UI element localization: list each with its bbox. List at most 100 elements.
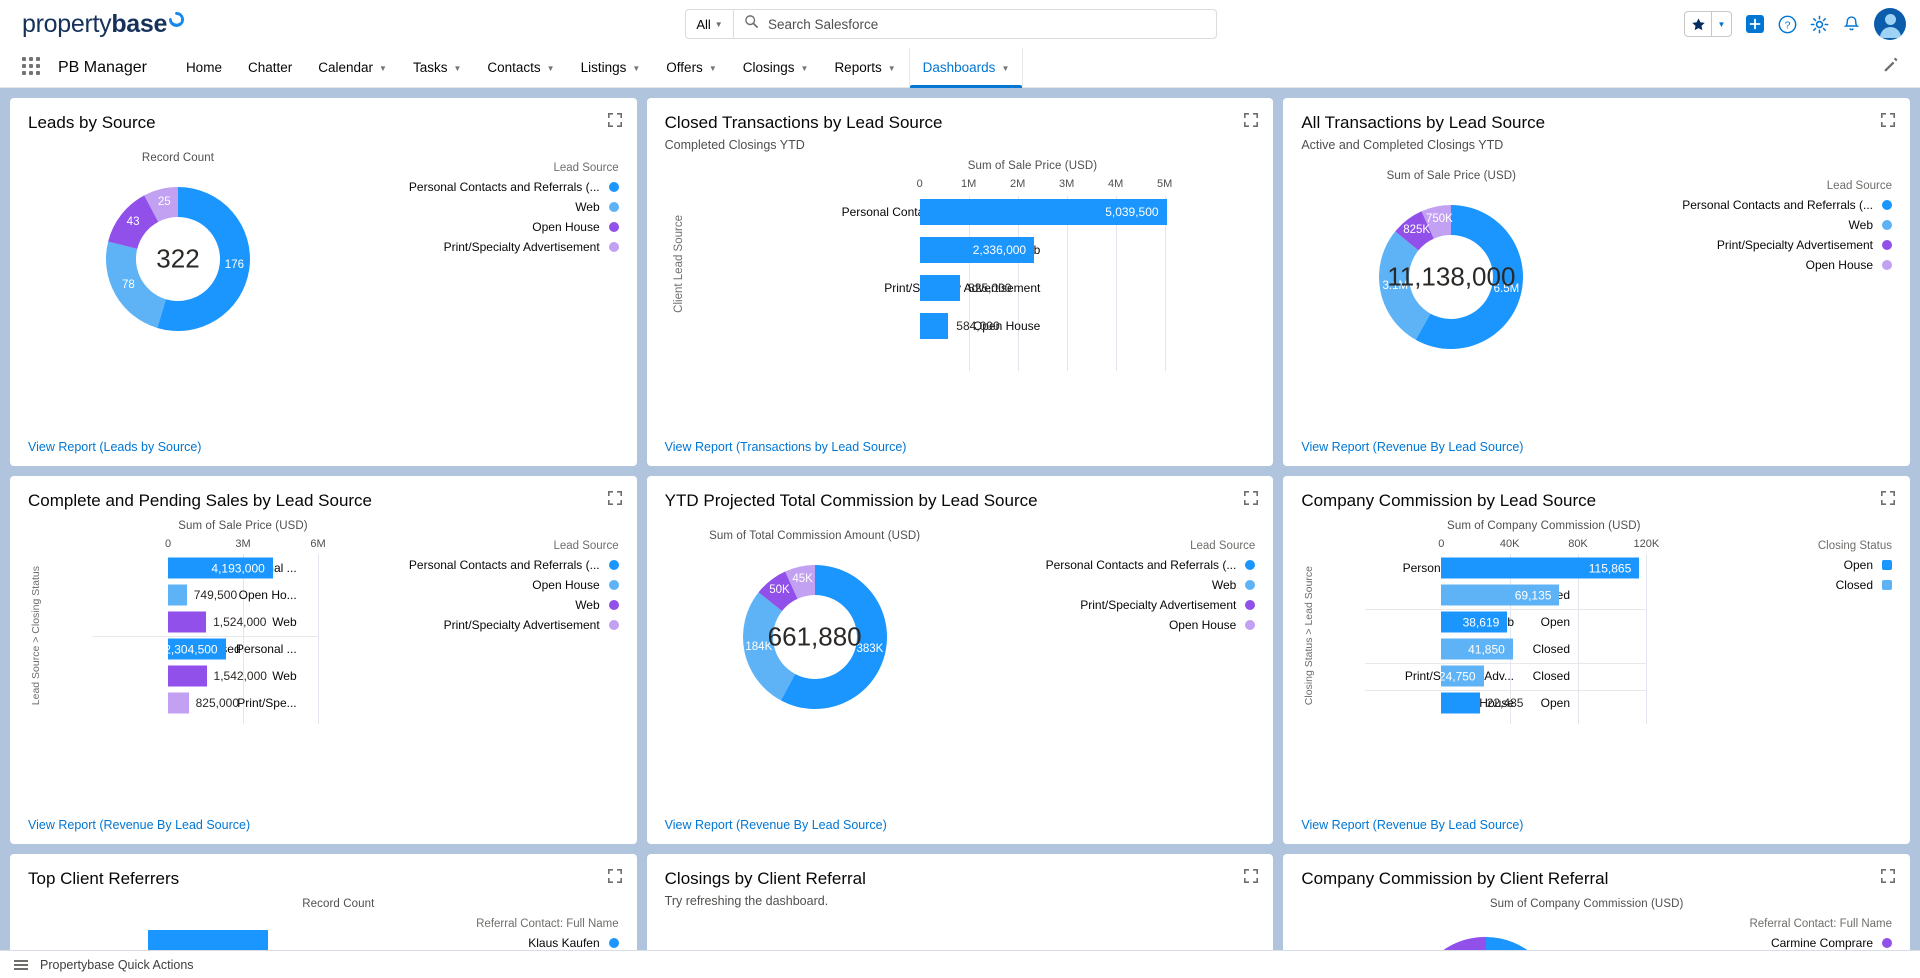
chevron-down-icon: ▼ <box>632 64 640 73</box>
nav-item-label: Reports <box>834 60 881 75</box>
legend-item[interactable]: Web <box>419 200 619 214</box>
bar-category-label: Personal ... <box>235 642 297 656</box>
legend-item[interactable]: Closed <box>1812 578 1892 592</box>
nav-item-home[interactable]: Home <box>173 48 235 88</box>
bar[interactable] <box>920 275 960 301</box>
view-report-link[interactable]: View Report (Revenue By Lead Source) <box>1301 440 1523 454</box>
expand-icon[interactable] <box>1243 868 1259 884</box>
legend-item[interactable]: Personal Contacts and Referrals (... <box>419 180 619 194</box>
global-search[interactable]: All ▼ <box>685 9 1217 39</box>
legend-item[interactable]: Carmine Comprare <box>1692 936 1892 950</box>
expand-icon[interactable] <box>607 490 623 506</box>
legend-item[interactable]: Web <box>1692 218 1892 232</box>
legend-item-label: Carmine Comprare <box>1771 936 1873 950</box>
nav-item-tasks[interactable]: Tasks▼ <box>400 48 474 88</box>
legend-item[interactable]: Personal Contacts and Referrals (... <box>1055 558 1255 572</box>
bar-category-label: Closed <box>1508 669 1570 683</box>
nav-item-chatter[interactable]: Chatter <box>235 48 305 88</box>
legend-color-swatch <box>609 620 619 630</box>
legend-item[interactable]: Open House <box>1692 258 1892 272</box>
search-scope-selector[interactable]: All ▼ <box>685 9 733 39</box>
donut-chart[interactable]: 176784325322 <box>93 174 263 344</box>
legend-color-swatch <box>609 560 619 570</box>
legend-item[interactable]: Print/Specialty Advertisement <box>1055 598 1255 612</box>
donut-chart[interactable] <box>1401 924 1571 950</box>
propertybase-logo[interactable]: propertybase <box>0 10 184 39</box>
nav-item-contacts[interactable]: Contacts▼ <box>474 48 567 88</box>
expand-icon[interactable] <box>1243 112 1259 128</box>
view-report-link[interactable]: View Report (Leads by Source) <box>28 440 201 454</box>
bar[interactable] <box>168 666 207 687</box>
view-report-link[interactable]: View Report (Revenue By Lead Source) <box>1301 818 1523 832</box>
favorites-caret-icon[interactable]: ▼ <box>1711 12 1731 36</box>
search-input[interactable] <box>768 17 1193 32</box>
dashboard-card: Company Commission by Lead SourceSum of … <box>1283 476 1910 844</box>
nav-item-listings[interactable]: Listings▼ <box>568 48 654 88</box>
nav-item-offers[interactable]: Offers▼ <box>653 48 729 88</box>
bar[interactable] <box>168 612 206 633</box>
app-navigation-bar: PB Manager HomeChatterCalendar▼Tasks▼Con… <box>0 48 1920 88</box>
legend-item[interactable]: Open House <box>419 220 619 234</box>
view-report-link[interactable]: View Report (Transactions by Lead Source… <box>665 440 907 454</box>
legend-item[interactable]: Print/Specialty Advertisement <box>449 618 619 632</box>
favorites-group[interactable]: ▼ <box>1684 11 1732 37</box>
notifications-bell-icon[interactable] <box>1842 15 1861 34</box>
view-report-link[interactable]: View Report (Revenue By Lead Source) <box>28 818 250 832</box>
legend-color-swatch <box>609 242 619 252</box>
search-icon <box>744 14 759 34</box>
legend-item[interactable]: Open House <box>1055 618 1255 632</box>
bar[interactable]: 2,304,500 <box>168 639 226 660</box>
legend-item[interactable]: Open House <box>449 578 619 592</box>
axis-tick-label: 0 <box>917 178 923 190</box>
expand-icon[interactable] <box>1880 112 1896 128</box>
bar[interactable]: 115,865 <box>1441 558 1639 579</box>
help-icon[interactable]: ? <box>1778 15 1797 34</box>
footer-utility-bar[interactable]: Propertybase Quick Actions <box>0 950 1920 978</box>
expand-icon[interactable] <box>1880 868 1896 884</box>
bar[interactable]: 41,850 <box>1441 639 1512 660</box>
legend-item[interactable]: Web <box>1055 578 1255 592</box>
view-report-link[interactable]: View Report (Revenue By Lead Source) <box>665 818 887 832</box>
add-shortcut-icon[interactable] <box>1745 14 1765 34</box>
expand-icon[interactable] <box>1880 490 1896 506</box>
legend-item[interactable]: Print/Specialty Advertisement <box>419 240 619 254</box>
donut-chart[interactable]: 6.5M3.1M825K750K11,138,000 <box>1366 192 1536 362</box>
app-launcher-icon[interactable] <box>22 57 44 79</box>
user-avatar[interactable] <box>1874 8 1906 40</box>
legend-item[interactable]: Klaus Kaufen <box>419 936 619 950</box>
nav-item-closings[interactable]: Closings▼ <box>730 48 822 88</box>
expand-icon[interactable] <box>607 112 623 128</box>
legend-item[interactable]: Web <box>449 598 619 612</box>
bar[interactable]: 38,619 <box>1441 612 1507 633</box>
donut-chart[interactable]: 383K184K50K45K661,880 <box>730 552 900 722</box>
favorite-star-icon[interactable] <box>1685 12 1711 36</box>
nav-item-label: Closings <box>743 60 795 75</box>
edit-pencil-icon[interactable] <box>1882 56 1900 79</box>
legend-item[interactable]: Print/Specialty Advertisement <box>1692 238 1892 252</box>
bar[interactable]: 24,750 <box>1441 666 1483 687</box>
nav-item-reports[interactable]: Reports▼ <box>821 48 908 88</box>
legend-item[interactable]: Personal Contacts and Referrals (... <box>449 558 619 572</box>
card-subtitle: Try refreshing the dashboard. <box>665 894 1256 908</box>
bar[interactable]: 4,193,000 <box>168 558 273 579</box>
bar[interactable] <box>168 585 187 606</box>
bar[interactable] <box>168 693 189 714</box>
bar[interactable] <box>148 930 268 950</box>
search-box[interactable] <box>733 9 1217 39</box>
nav-item-dashboards[interactable]: Dashboards▼ <box>909 48 1024 88</box>
expand-icon[interactable] <box>607 868 623 884</box>
bar[interactable] <box>920 313 949 339</box>
legend-item[interactable]: Personal Contacts and Referrals (... <box>1692 198 1892 212</box>
setup-gear-icon[interactable] <box>1810 15 1829 34</box>
expand-icon[interactable] <box>1243 490 1259 506</box>
bar[interactable]: 69,135 <box>1441 585 1559 606</box>
axis-tick-label: 3M <box>235 538 250 550</box>
chart-vertical-axis-title: Lead Source > Closing Status <box>30 566 42 705</box>
bar[interactable]: 5,039,500 <box>920 199 1167 225</box>
legend-item[interactable]: Open <box>1812 558 1892 572</box>
bar[interactable] <box>1441 693 1479 714</box>
gridline <box>1646 554 1647 724</box>
gridline <box>318 554 319 724</box>
bar[interactable]: 2,336,000 <box>920 237 1034 263</box>
nav-item-calendar[interactable]: Calendar▼ <box>305 48 400 88</box>
